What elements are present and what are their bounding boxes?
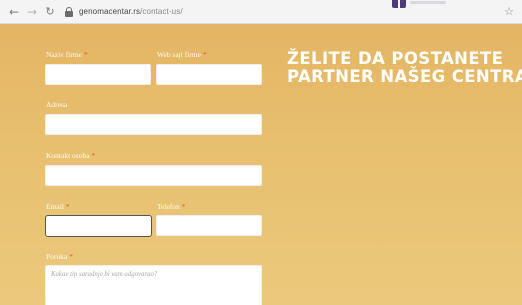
message-placeholder: Kakav tip saradnje bi vam odgovarao?: [51, 271, 158, 278]
url-domain: genomacentar.rs: [79, 7, 141, 16]
address-label: Adresa: [46, 100, 68, 109]
phone-label: Telefon *: [157, 202, 186, 211]
star-icon[interactable]: ☆: [504, 0, 514, 24]
address-bar[interactable]: genomacentar.rs/contact-us/: [79, 7, 183, 16]
url-path: /contact-us/: [140, 7, 183, 16]
message-textarea[interactable]: Kakav tip saradnje bi vam odgovarao?: [45, 265, 262, 305]
contact-person-label: Kontakt osoba *: [46, 151, 96, 160]
arrow-left-icon[interactable]: ←: [8, 0, 20, 24]
email-field[interactable]: [45, 215, 152, 237]
headline-line-1: ŽELITE DA POSTANETE: [287, 49, 504, 68]
message-label: Poruka *: [46, 252, 73, 261]
company-website-field[interactable]: [156, 64, 262, 85]
phone-field[interactable]: [156, 215, 262, 236]
browser-toolbar: ← → ↻ genomacentar.rs/contact-us/ ☆: [0, 0, 522, 24]
address-field[interactable]: [45, 114, 262, 135]
contact-person-field[interactable]: [45, 165, 262, 186]
reload-icon[interactable]: ↻: [44, 0, 56, 24]
company-name-field[interactable]: [45, 64, 151, 85]
headline-line-2: PARTNER NAŠEG CENTRA: [287, 67, 522, 86]
company-website-label: Web sajt firme *: [157, 50, 207, 59]
contact-page: Naziv firme * Web sajt firme * Adresa Kont…: [0, 25, 522, 305]
company-name-label: Naziv firme *: [46, 50, 88, 59]
site-logo: [392, 0, 406, 8]
arrow-right-icon[interactable]: →: [26, 0, 38, 24]
site-logo-text: [410, 1, 446, 4]
email-label: Email *: [46, 202, 70, 211]
lock-icon[interactable]: [65, 6, 73, 17]
